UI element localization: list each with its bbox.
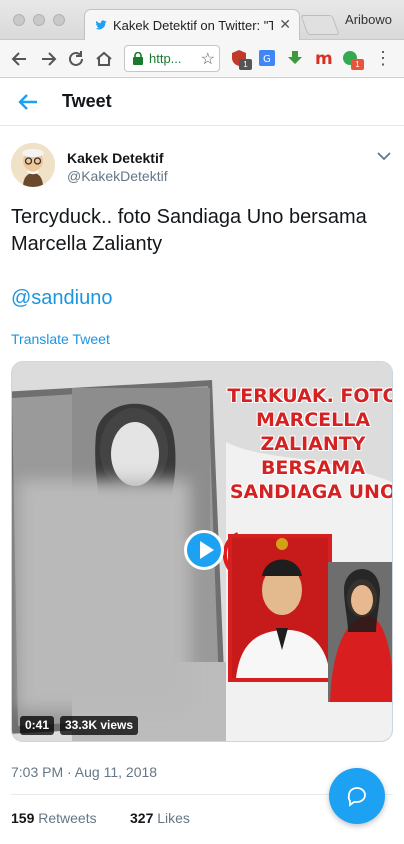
browser-toolbar: http... ☆ 1 G m 1 ⋮ <box>0 40 404 78</box>
download-extension-icon[interactable] <box>286 49 304 67</box>
profile-name[interactable]: Aribowo <box>345 12 392 27</box>
translate-tweet-link[interactable]: Translate Tweet <box>11 331 110 347</box>
retweets-label: Retweets <box>38 810 97 826</box>
green-extension-icon[interactable]: 1 <box>342 49 364 70</box>
page-title: Tweet <box>62 91 112 111</box>
m-extension-icon[interactable]: m <box>314 49 333 69</box>
reload-icon[interactable] <box>66 49 86 69</box>
window-close-icon[interactable] <box>13 14 25 26</box>
headline-line: MARCELLA <box>255 409 371 431</box>
likes-label: Likes <box>157 810 190 826</box>
blurred-region <box>18 480 190 710</box>
lock-icon <box>133 52 143 65</box>
tweet-video[interactable]: TERKUAK. FOTO MARCELLA ZALIANTY BERSAMA … <box>11 361 393 742</box>
window-minimize-icon[interactable] <box>33 14 45 26</box>
browser-tab[interactable]: Kakek Detektif on Twitter: "Tercyduck.. … <box>84 9 300 41</box>
twitter-bird-icon <box>95 20 107 30</box>
extension-shield-icon[interactable]: 1 <box>230 49 252 70</box>
browser-forward-icon[interactable] <box>38 49 58 69</box>
video-views-badge: 33.3K views <box>60 716 139 735</box>
likes-stat[interactable]: 327 Likes <box>130 810 190 826</box>
tweet-text: Tercyduck.. foto Sandiaga Uno bersama Ma… <box>11 206 367 255</box>
extension-badge: 1 <box>239 59 252 70</box>
new-tab-button[interactable] <box>300 15 340 35</box>
browser-back-icon[interactable] <box>10 49 30 69</box>
browser-menu-icon[interactable]: ⋮ <box>374 49 392 67</box>
tab-title: Kakek Detektif on Twitter: "Tercyduck.. <box>113 18 273 33</box>
likes-count: 327 <box>130 810 154 826</box>
svg-text:G: G <box>263 54 271 65</box>
video-headline: TERKUAK. FOTO MARCELLA ZALIANTY BERSAMA … <box>224 384 393 504</box>
avatar[interactable] <box>11 143 55 187</box>
reply-fab-button[interactable] <box>329 768 385 824</box>
mention-link[interactable]: @sandiuno <box>11 287 112 310</box>
author-handle[interactable]: @KakekDetektif <box>67 168 168 184</box>
play-icon[interactable] <box>184 530 224 570</box>
chevron-down-icon[interactable] <box>376 150 392 162</box>
browser-titlebar: Kakek Detektif on Twitter: "Tercyduck.. … <box>0 0 404 41</box>
headline-line: BERSAMA <box>260 457 366 479</box>
headline-line: SANDIAGA UNO <box>229 481 393 503</box>
video-duration-badge: 0:41 <box>20 716 55 735</box>
extension-badge: 1 <box>351 59 364 70</box>
author-name[interactable]: Kakek Detektif <box>67 150 164 166</box>
reply-bubble-icon <box>347 787 366 807</box>
retweets-count: 159 <box>11 810 35 826</box>
svg-text:m: m <box>315 49 332 67</box>
tweet-header: Tweet <box>0 78 404 126</box>
headline-line: TERKUAK. FOTO <box>227 385 393 407</box>
headline-line: ZALIANTY <box>260 433 366 455</box>
home-icon[interactable] <box>94 49 114 69</box>
retweets-stat[interactable]: 159 Retweets <box>11 810 97 826</box>
url-text: http... <box>149 51 182 66</box>
window-zoom-icon[interactable] <box>53 14 65 26</box>
address-bar[interactable]: http... ☆ <box>124 45 220 72</box>
tab-close-icon[interactable]: ✕ <box>279 16 291 33</box>
bookmark-star-icon[interactable]: ☆ <box>201 49 215 69</box>
tweet-timestamp[interactable]: 7:03 PM · Aug 11, 2018 <box>11 764 157 780</box>
back-arrow-icon[interactable] <box>17 91 39 113</box>
play-triangle <box>200 541 214 559</box>
translate-extension-icon[interactable]: G <box>258 49 276 67</box>
